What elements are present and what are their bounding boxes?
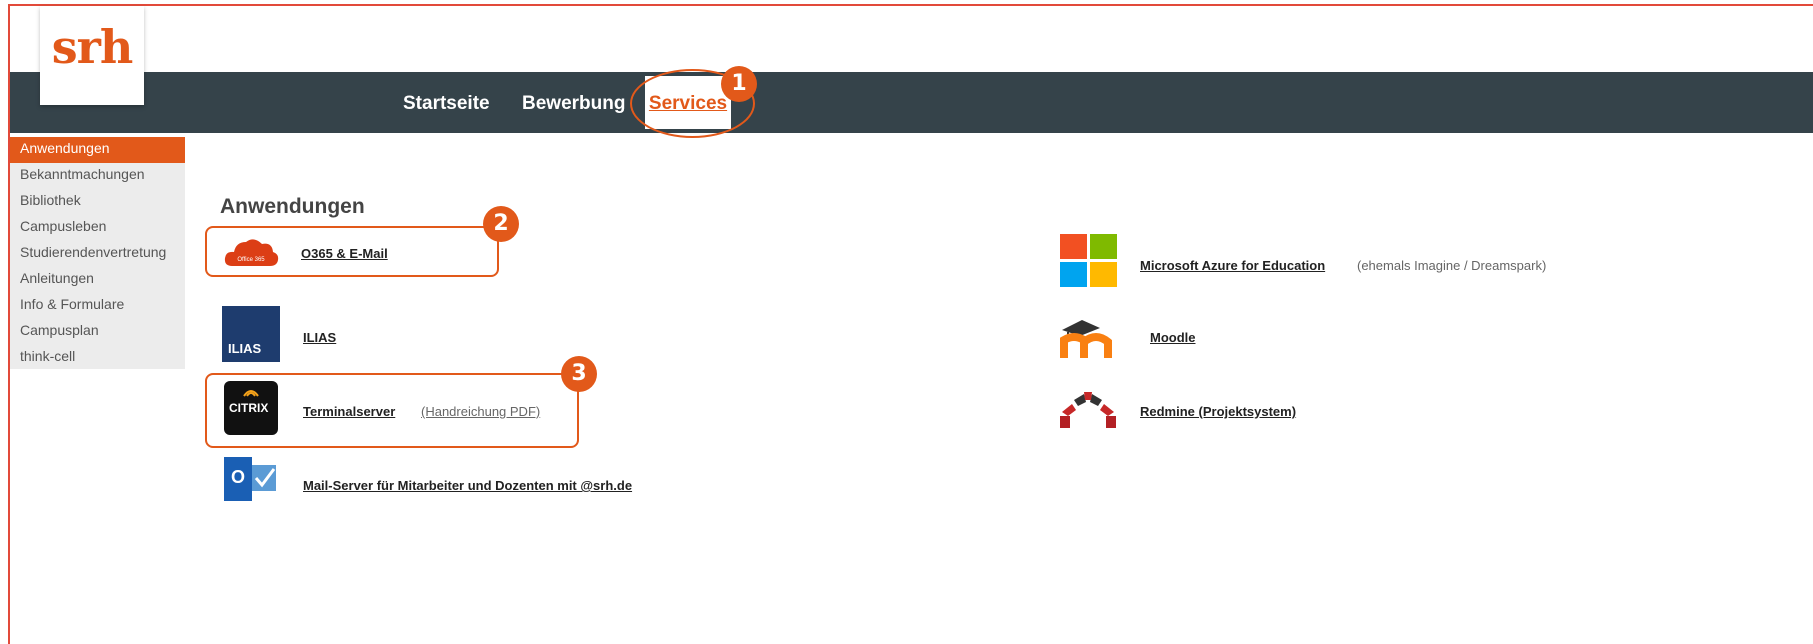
app-link-mail-server[interactable]: Mail-Server für Mitarbeiter und Dozenten… — [303, 478, 632, 493]
app-link-redmine[interactable]: Redmine (Projektsystem) — [1140, 404, 1296, 419]
sidebar-item-bekanntmachungen[interactable]: Bekanntmachungen — [10, 163, 185, 189]
ilias-icon[interactable]: ILIAS — [222, 306, 280, 362]
nav-startseite[interactable]: Startseite — [403, 93, 490, 115]
app-link-moodle[interactable]: Moodle — [1150, 330, 1196, 345]
sidebar-item-anwendungen[interactable]: Anwendungen — [10, 137, 185, 163]
sidebar-item-anleitungen[interactable]: Anleitungen — [10, 267, 185, 293]
redmine-icon[interactable] — [1060, 388, 1116, 428]
moodle-icon[interactable] — [1058, 318, 1124, 360]
step-badge-1: 1 — [721, 66, 757, 102]
section-title: Anwendungen — [220, 195, 365, 218]
outlook-icon-text: O — [231, 467, 246, 487]
sidebar-item-campusleben[interactable]: Campusleben — [10, 215, 185, 241]
top-navbar — [10, 72, 1813, 133]
sidebar-item-studierendenvertretung[interactable]: Studierendenvertretung — [10, 241, 185, 267]
outlook-icon[interactable]: O — [224, 453, 280, 505]
ilias-icon-text: ILIAS — [228, 341, 262, 356]
step-badge-3: 3 — [561, 356, 597, 392]
logo-text: srh — [51, 20, 134, 74]
sidebar-item-campusplan[interactable]: Campusplan — [10, 319, 185, 345]
app-link-ilias[interactable]: ILIAS — [303, 330, 336, 345]
app-link-azure[interactable]: Microsoft Azure for Education — [1140, 258, 1325, 273]
step-badge-2: 2 — [483, 206, 519, 242]
highlight-ring-o365 — [205, 226, 499, 277]
sidebar-item-info-formulare[interactable]: Info & Formulare — [10, 293, 185, 319]
azure-note: (ehemals Imagine / Dreamspark) — [1357, 258, 1547, 273]
sidebar-item-think-cell[interactable]: think-cell — [10, 345, 185, 371]
srh-logo[interactable]: srh — [40, 6, 144, 105]
nav-bewerbung[interactable]: Bewerbung — [522, 93, 625, 115]
sidebar-item-bibliothek[interactable]: Bibliothek — [10, 189, 185, 215]
highlight-ring-terminalserver — [205, 373, 579, 448]
microsoft-logo-icon[interactable] — [1060, 234, 1118, 288]
